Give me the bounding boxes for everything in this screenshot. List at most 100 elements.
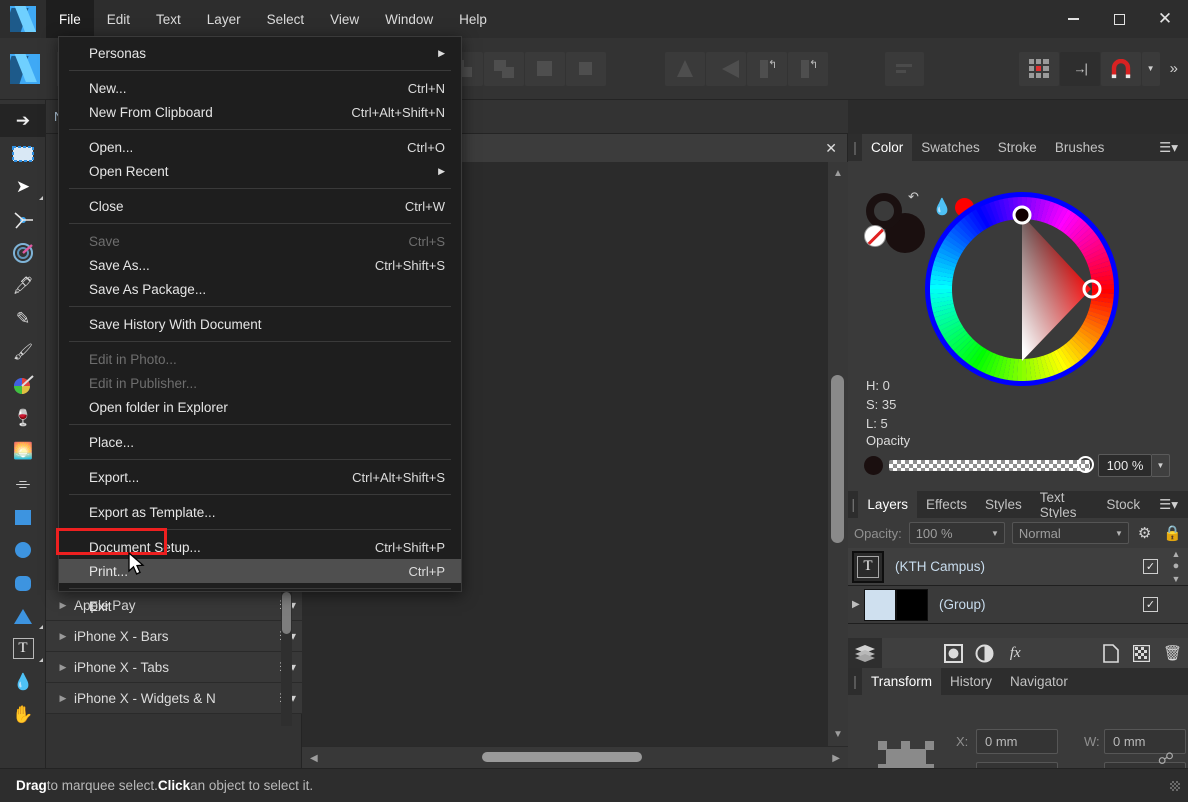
- move-tool[interactable]: ➔: [0, 104, 46, 137]
- rotate-right-icon[interactable]: [788, 52, 828, 86]
- opacity-chevron-down-icon[interactable]: ▼: [1152, 454, 1170, 477]
- boolean-intersect-icon[interactable]: [525, 52, 565, 86]
- vector-brush-tool[interactable]: 🖌: [0, 335, 46, 368]
- list-item[interactable]: ▶ iPhone X - Bars ☰▾: [46, 621, 302, 652]
- menu-item-document-setup[interactable]: Document Setup...Ctrl+Shift+P: [59, 535, 461, 559]
- menu-item-save-history-with-document[interactable]: Save History With Document: [59, 312, 461, 336]
- menu-item-export-as-template[interactable]: Export as Template...: [59, 500, 461, 524]
- snap-to-icon[interactable]: →|: [1060, 52, 1100, 86]
- delete-icon[interactable]: 🗑: [1157, 638, 1188, 668]
- menu-item-export[interactable]: Export...Ctrl+Alt+Shift+S: [59, 465, 461, 489]
- expand-group-icon[interactable]: ▶: [852, 599, 864, 610]
- menu-item-open[interactable]: Open...Ctrl+O: [59, 135, 461, 159]
- expand-chevron-right-icon[interactable]: ▶: [52, 693, 74, 704]
- rectangle-tool[interactable]: [0, 500, 46, 533]
- tab-swatches[interactable]: Swatches: [912, 134, 989, 161]
- expand-chevron-right-icon[interactable]: ▶: [52, 631, 74, 642]
- opacity-slider-handle[interactable]: [1077, 456, 1094, 473]
- menu-item-print[interactable]: Print...Ctrl+P: [59, 559, 461, 583]
- menu-item-new-from-clipboard[interactable]: New From ClipboardCtrl+Alt+Shift+N: [59, 100, 461, 124]
- layer-lock-icon[interactable]: 🔒: [1163, 524, 1182, 542]
- close-icon[interactable]: ✕: [825, 140, 837, 157]
- list-item[interactable]: ▶ iPhone X - Widgets & N ☰▾: [46, 683, 302, 714]
- scrollbar-thumb[interactable]: ●: [1173, 560, 1180, 572]
- scroll-up-icon[interactable]: ▲: [833, 168, 843, 179]
- fx-icon[interactable]: fx: [1000, 638, 1031, 668]
- file-menu-dropdown[interactable]: Personas▶New...Ctrl+NNew From ClipboardC…: [58, 36, 462, 592]
- layer-visibility-checkbox[interactable]: ✓: [1143, 559, 1158, 574]
- menu-item-exit[interactable]: Exit: [59, 594, 461, 618]
- link-wh-icon[interactable]: ☍: [1158, 749, 1174, 769]
- tab-text-styles[interactable]: Text Styles: [1031, 491, 1098, 518]
- flip-horizontal-icon[interactable]: [665, 52, 705, 86]
- menu-text[interactable]: Text: [143, 0, 194, 38]
- menu-file[interactable]: File: [46, 0, 94, 38]
- artboard-tool[interactable]: [0, 137, 46, 170]
- layers-panel-menu-icon[interactable]: ☰▾: [1149, 491, 1188, 518]
- menu-item-new[interactable]: New...Ctrl+N: [59, 76, 461, 100]
- color-panel-menu-icon[interactable]: ☰▾: [1149, 134, 1188, 161]
- pen-tool[interactable]: 🖋: [0, 269, 46, 302]
- tab-history[interactable]: History: [941, 668, 1001, 695]
- colour-picker-tool[interactable]: 💧: [0, 665, 46, 698]
- canvas-vertical-scrollbar-thumb[interactable]: [831, 375, 844, 543]
- panel-grip-icon[interactable]: |: [848, 491, 858, 518]
- magnet-icon[interactable]: [1101, 52, 1141, 86]
- rounded-rectangle-tool[interactable]: [0, 566, 46, 599]
- menu-select[interactable]: Select: [254, 0, 318, 38]
- panel-grip-icon[interactable]: |: [848, 134, 862, 161]
- maximize-icon[interactable]: [1096, 0, 1142, 38]
- panel-grip-icon[interactable]: |: [848, 668, 862, 695]
- menu-view[interactable]: View: [317, 0, 372, 38]
- swap-fill-stroke-icon[interactable]: ↶: [908, 189, 919, 205]
- menu-item-close[interactable]: CloseCtrl+W: [59, 194, 461, 218]
- no-fill-swatch[interactable]: [864, 225, 886, 247]
- boolean-subtract-icon[interactable]: [484, 52, 524, 86]
- snapping-options-chevron-down-icon[interactable]: ▼: [1142, 52, 1160, 86]
- menu-item-open-recent[interactable]: Open Recent▶: [59, 159, 461, 183]
- pencil-tool[interactable]: ✎: [0, 302, 46, 335]
- canvas-horizontal-scrollbar-thumb[interactable]: [482, 752, 642, 762]
- ellipse-tool[interactable]: [0, 533, 46, 566]
- menu-item-save-as-package[interactable]: Save As Package...: [59, 277, 461, 301]
- scroll-up-icon[interactable]: ▲: [1172, 549, 1181, 559]
- corner-tool[interactable]: [0, 203, 46, 236]
- chevron-down-icon[interactable]: ▼: [991, 529, 999, 538]
- resize-grip-icon[interactable]: [1170, 781, 1180, 791]
- tab-color[interactable]: Color: [862, 134, 912, 161]
- tab-transform[interactable]: Transform: [862, 668, 941, 695]
- scroll-down-icon[interactable]: ▼: [833, 729, 843, 740]
- menu-layer[interactable]: Layer: [194, 0, 254, 38]
- opacity-value-field[interactable]: 100 %: [1098, 454, 1152, 477]
- stroke-swatch[interactable]: [866, 193, 902, 229]
- adjustment-icon[interactable]: [969, 638, 1000, 668]
- place-image-tool[interactable]: 🌅: [0, 434, 46, 467]
- menu-item-place[interactable]: Place...: [59, 430, 461, 454]
- menu-item-open-folder-in-explorer[interactable]: Open folder in Explorer: [59, 395, 461, 419]
- minimize-icon[interactable]: [1050, 0, 1096, 38]
- table-row[interactable]: T (KTH Campus) ✓ ▲ ● ▼: [848, 548, 1188, 586]
- vector-crop-tool[interactable]: [0, 236, 46, 269]
- tab-layers[interactable]: Layers: [858, 491, 917, 518]
- node-tool[interactable]: ➤: [0, 170, 46, 203]
- tab-stock[interactable]: Stock: [1097, 491, 1149, 518]
- tab-stroke[interactable]: Stroke: [989, 134, 1046, 161]
- boolean-divide-icon[interactable]: [566, 52, 606, 86]
- layers-scrollbar[interactable]: ▲ ● ▼: [1166, 548, 1186, 585]
- triangle-tool[interactable]: [0, 599, 46, 632]
- colour-wheel[interactable]: [922, 189, 1122, 389]
- list-item[interactable]: ▶ iPhone X - Tabs ☰▾: [46, 652, 302, 683]
- tab-styles[interactable]: Styles: [976, 491, 1031, 518]
- toolbar-overflow-icon[interactable]: »: [1160, 60, 1188, 77]
- add-mask-icon[interactable]: [1127, 638, 1158, 668]
- tab-brushes[interactable]: Brushes: [1046, 134, 1114, 161]
- chevron-down-icon[interactable]: ▼: [1115, 529, 1123, 538]
- crop-tool[interactable]: ⌯: [0, 467, 46, 500]
- grid-icon[interactable]: [1019, 52, 1059, 86]
- scroll-left-icon[interactable]: ◀: [310, 753, 318, 764]
- layer-stack-icon[interactable]: [848, 638, 882, 668]
- align-icon[interactable]: [885, 52, 924, 86]
- menu-help[interactable]: Help: [446, 0, 500, 38]
- hand-tool[interactable]: ✋: [0, 698, 46, 731]
- submenu-chevron-right-icon[interactable]: ▶: [438, 48, 445, 59]
